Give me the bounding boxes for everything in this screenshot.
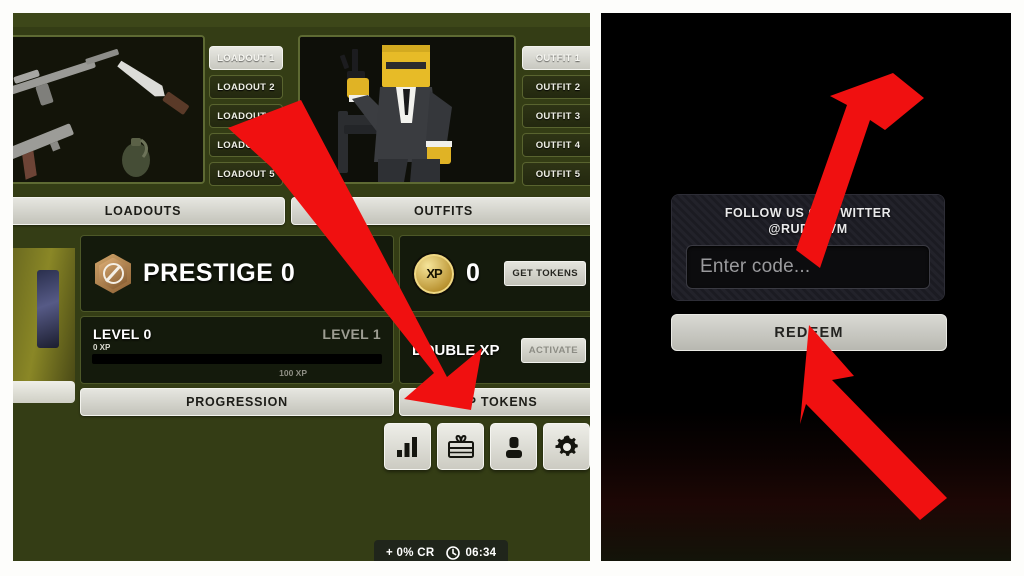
outfit-slot-1[interactable]: OUTFIT 1 — [522, 46, 590, 70]
weapons-render — [13, 37, 203, 182]
loadout-slot-3[interactable]: LOADOUT 3 — [209, 104, 283, 128]
top-strip — [13, 13, 590, 27]
gift-card-icon — [447, 434, 474, 458]
prestige-hex-icon — [95, 253, 131, 294]
redeem-code-button[interactable] — [437, 423, 484, 470]
get-tokens-button[interactable]: GET TOKENS — [504, 261, 586, 286]
screenshot-root: LOADOUT 1 LOADOUT 2 LOADOUT 3 LOADOUT 4 … — [0, 0, 1024, 576]
prestige-label: PRESTIGE 0 — [143, 259, 296, 287]
character-render — [300, 37, 514, 182]
status-bar: + 0% CR 06:34 — [374, 540, 509, 561]
outfit-slot-5[interactable]: OUTFIT 5 — [522, 162, 590, 186]
double-xp-card: DOUBLE XP ACTIVATE — [399, 316, 590, 384]
xp-token-count: 0 — [466, 259, 480, 287]
loadout-weapons-preview — [13, 35, 205, 184]
level-next-label: LEVEL 1 — [322, 326, 381, 342]
xp-coin-icon: XP — [412, 251, 456, 296]
match-time-value: 06:34 — [465, 547, 497, 559]
double-xp-label: DOUBLE XP — [412, 341, 500, 359]
edge-artwork — [13, 248, 75, 383]
outfit-slot-4[interactable]: OUTFIT 4 — [522, 133, 590, 157]
follow-us-text: FOLLOW US ON TWITTER @RUDDEVM — [672, 205, 944, 237]
outfit-slot-2[interactable]: OUTFIT 2 — [522, 75, 590, 99]
game-lobby-panel: LOADOUT 1 LOADOUT 2 LOADOUT 3 LOADOUT 4 … — [13, 13, 590, 561]
loadout-slot-4[interactable]: LOADOUT 4 — [209, 133, 283, 157]
tab-progression[interactable]: PROGRESSION — [80, 388, 394, 416]
level-progress-bar — [92, 354, 382, 364]
level-xp-value: 0 XP — [93, 343, 111, 352]
code-redeem-panel: FOLLOW US ON TWITTER @RUDDEVM Enter code… — [601, 13, 1011, 561]
stats-bar-chart-icon — [396, 436, 417, 457]
prestige-card: PRESTIGE 0 — [80, 235, 394, 312]
loadout-slot-2[interactable]: LOADOUT 2 — [209, 75, 283, 99]
clock-icon — [446, 546, 461, 560]
tab-xp-tokens[interactable]: XP TOKENS — [399, 388, 590, 416]
redeem-button[interactable]: REDEEM — [671, 314, 947, 351]
loadout-slot-5[interactable]: LOADOUT 5 — [209, 162, 283, 186]
gear-settings-icon — [555, 435, 578, 456]
tab-loadouts[interactable]: LOADOUTS — [13, 197, 285, 225]
level-current-label: LEVEL 0 — [93, 326, 152, 342]
outfit-slot-3[interactable]: OUTFIT 3 — [522, 104, 590, 128]
outfit-slot-list: OUTFIT 1 OUTFIT 2 OUTFIT 3 OUTFIT 4 OUTF… — [522, 46, 590, 186]
bottom-icon-strip — [384, 423, 590, 470]
outfit-character-preview — [298, 35, 516, 184]
person-profile-icon — [505, 436, 522, 458]
code-input[interactable]: Enter code... — [686, 245, 930, 289]
profile-button[interactable] — [490, 423, 537, 470]
settings-button[interactable] — [543, 423, 590, 470]
loadout-slot-list: LOADOUT 1 LOADOUT 2 LOADOUT 3 LOADOUT 4 … — [209, 46, 283, 186]
level-card: LEVEL 0 LEVEL 1 0 XP 100 XP — [80, 316, 394, 384]
background-glow — [601, 411, 1011, 561]
xp-coin-label: XP — [426, 266, 442, 281]
follow-line-1: FOLLOW US ON TWITTER — [724, 206, 892, 220]
follow-us-card: FOLLOW US ON TWITTER @RUDDEVM Enter code… — [672, 195, 944, 300]
stats-button[interactable] — [384, 423, 431, 470]
loadout-slot-1[interactable]: LOADOUT 1 — [209, 46, 283, 70]
tab-outfits[interactable]: OUTFITS — [291, 197, 590, 225]
xp-token-card: XP 0 GET TOKENS — [399, 235, 590, 312]
edge-tab-stub[interactable] — [13, 381, 75, 403]
activate-button[interactable]: ACTIVATE — [520, 337, 586, 363]
cr-bonus-label: + 0% CR — [386, 547, 435, 559]
level-goal-label: 100 XP — [279, 368, 307, 378]
match-timer: 06:34 — [446, 546, 496, 560]
follow-line-2: @RUDDEVM — [768, 222, 848, 236]
